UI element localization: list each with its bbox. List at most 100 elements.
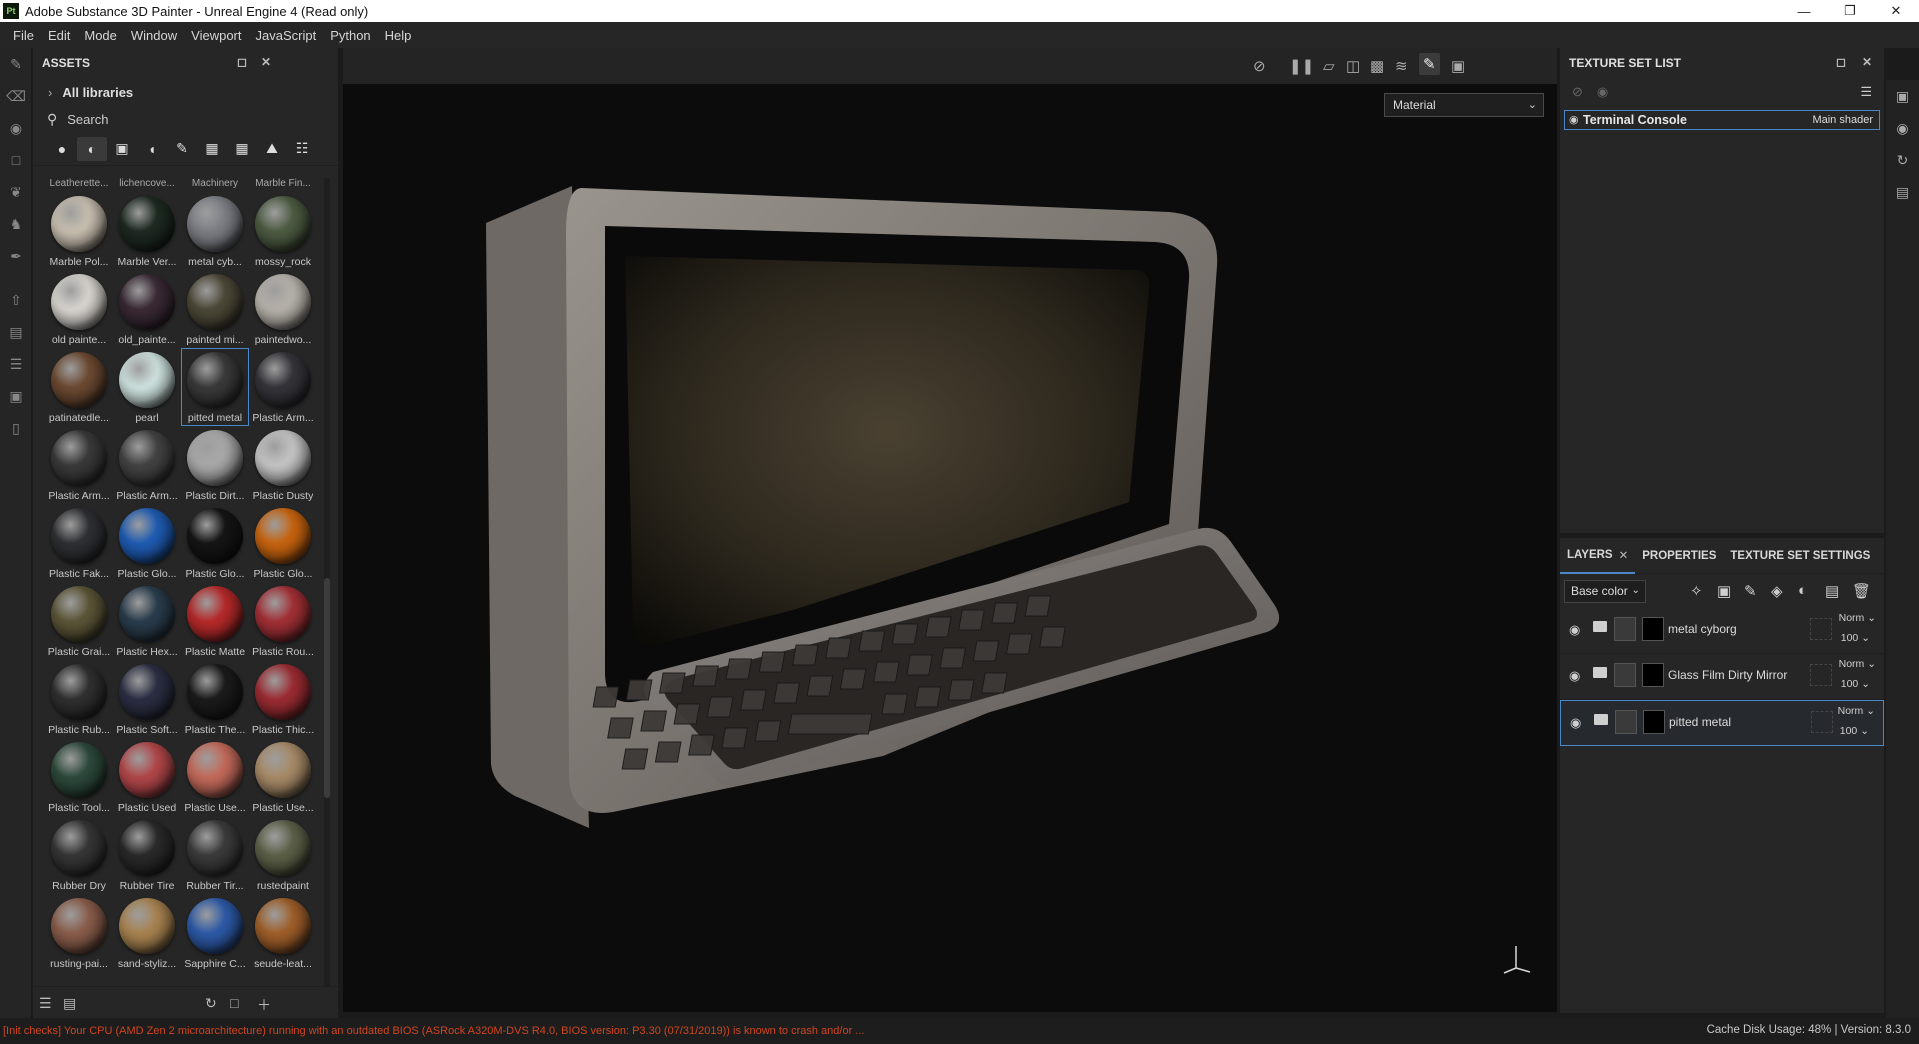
- color-picker-icon[interactable]: ✒: [0, 240, 32, 272]
- camera-icon[interactable]: ▩: [1370, 57, 1384, 75]
- asset-thumbnail[interactable]: Plastic The...: [181, 660, 249, 738]
- layer-stack-icon[interactable]: ☰: [0, 348, 32, 380]
- opacity-field[interactable]: 100 ⌄: [1841, 678, 1870, 690]
- asset-thumbnail[interactable]: paintedwo...: [249, 270, 317, 348]
- minimize-icon[interactable]: —: [1781, 0, 1827, 22]
- menu-viewport[interactable]: Viewport: [191, 28, 241, 43]
- asset-thumbnail[interactable]: Plastic Soft...: [113, 660, 181, 738]
- display-icon[interactable]: ▣: [1886, 80, 1919, 112]
- viewport-mode-select[interactable]: Material ⌄: [1384, 93, 1544, 117]
- menu-icon[interactable]: ☰: [1860, 84, 1872, 100]
- blend-mode-select[interactable]: Norm ⌄: [1839, 612, 1876, 624]
- tab-texture-set-settings[interactable]: TEXTURE SET SETTINGS: [1723, 538, 1877, 574]
- layer-mask-slot[interactable]: [1810, 664, 1832, 686]
- visibility-eye-icon[interactable]: ◉: [1569, 668, 1580, 684]
- asset-thumbnail[interactable]: Plastic Arm...: [249, 348, 317, 426]
- opacity-field[interactable]: 100 ⌄: [1841, 632, 1870, 644]
- menu-mode[interactable]: Mode: [84, 28, 117, 43]
- display-settings-icon[interactable]: ▯: [0, 412, 32, 444]
- visibility-eye-icon[interactable]: ◉: [1570, 715, 1581, 731]
- add-smart-material-icon[interactable]: ◐: [1798, 582, 1807, 599]
- asset-thumbnail[interactable]: Plastic Arm...: [45, 426, 113, 504]
- menu-file[interactable]: File: [13, 28, 34, 43]
- paint-brush-icon[interactable]: ✎: [0, 48, 32, 80]
- add-folder-icon[interactable]: ▤: [1825, 582, 1839, 600]
- tab-properties[interactable]: PROPERTIES: [1635, 538, 1723, 574]
- close-tab-icon[interactable]: ✕: [1619, 548, 1629, 562]
- close-panel-icon[interactable]: ✕: [1862, 55, 1872, 69]
- asset-thumbnail[interactable]: Plastic Dirt...: [181, 426, 249, 504]
- filter-generators-icon[interactable]: ◖: [137, 137, 167, 161]
- asset-thumbnail[interactable]: rustedpaint: [249, 816, 317, 894]
- menu-help[interactable]: Help: [385, 28, 412, 43]
- smudge-icon[interactable]: ❦: [0, 176, 32, 208]
- asset-thumbnail[interactable]: Plastic Matte: [181, 582, 249, 660]
- visibility-eye-icon[interactable]: ◉: [1569, 622, 1580, 638]
- asset-thumbnail[interactable]: Marble Pol...: [45, 192, 113, 270]
- pause-icon[interactable]: ❚❚: [1289, 57, 1314, 75]
- asset-thumbnail[interactable]: old_painte...: [113, 270, 181, 348]
- asset-thumbnail[interactable]: Marble Ver...: [113, 192, 181, 270]
- asset-thumbnail[interactable]: Plastic Grai...: [45, 582, 113, 660]
- add-mask-icon[interactable]: ▣: [1717, 582, 1731, 600]
- asset-thumbnail[interactable]: seude-leat...: [249, 894, 317, 972]
- asset-thumbnail[interactable]: Rubber Dry: [45, 816, 113, 894]
- asset-thumbnail[interactable]: Plastic Arm...: [113, 426, 181, 504]
- close-panel-icon[interactable]: ✕: [261, 55, 271, 69]
- visibility-eye-icon[interactable]: ◉: [1569, 113, 1579, 126]
- scroll-thumb[interactable]: [324, 578, 330, 798]
- list-view-icon[interactable]: ☰: [39, 995, 52, 1012]
- polygon-fill-icon[interactable]: □: [0, 144, 32, 176]
- asset-thumbnail[interactable]: Plastic Hex...: [113, 582, 181, 660]
- library-icon[interactable]: ▤: [0, 316, 32, 348]
- asset-scrollbar[interactable]: [324, 178, 330, 986]
- delete-layer-icon[interactable]: 🗑: [1852, 582, 1871, 600]
- grid-view-icon[interactable]: ☷: [287, 137, 317, 161]
- projection-icon[interactable]: ◉: [0, 112, 32, 144]
- add-paint-layer-icon[interactable]: ✎: [1744, 582, 1757, 600]
- blend-mode-select[interactable]: Norm ⌄: [1838, 705, 1875, 717]
- refresh-icon[interactable]: ↻: [205, 995, 217, 1012]
- asset-thumbnail[interactable]: Plastic Glo...: [249, 504, 317, 582]
- search-bar[interactable]: ⚲ Search: [33, 106, 338, 132]
- asset-thumbnail[interactable]: patinatedle...: [45, 348, 113, 426]
- layer-row[interactable]: ◉ metal cyborg Norm ⌄ 100 ⌄: [1560, 608, 1884, 654]
- asset-thumbnail[interactable]: Plastic Glo...: [113, 504, 181, 582]
- sort-icon[interactable]: ▤: [63, 995, 76, 1012]
- search-input[interactable]: Search: [67, 112, 108, 127]
- filter-particles-icon[interactable]: ▦: [197, 137, 227, 161]
- hide-ui-icon[interactable]: ⊘: [1253, 57, 1266, 75]
- asset-thumbnail[interactable]: painted mi...: [181, 270, 249, 348]
- filter-smart-masks-icon[interactable]: ▣: [107, 137, 137, 161]
- export-icon[interactable]: ⇧: [0, 284, 32, 316]
- asset-thumbnail[interactable]: Plastic Dusty: [249, 426, 317, 504]
- filter-brushes-icon[interactable]: ✎: [167, 137, 197, 161]
- asset-thumbnail[interactable]: pitted metal: [181, 348, 249, 426]
- layer-mask-slot[interactable]: [1811, 711, 1833, 733]
- asset-thumbnail[interactable]: pearl: [113, 348, 181, 426]
- layer-mask-slot[interactable]: [1810, 618, 1832, 640]
- asset-thumbnail[interactable]: Plastic Fak...: [45, 504, 113, 582]
- asset-thumbnail[interactable]: Plastic Rou...: [249, 582, 317, 660]
- shader-settings-icon[interactable]: ◉: [1886, 112, 1919, 144]
- filter-environments-icon[interactable]: ⛰: [257, 137, 287, 161]
- view-3d-icon[interactable]: ◫: [1346, 57, 1360, 75]
- import-folder-icon[interactable]: □: [230, 995, 238, 1011]
- symmetry-icon[interactable]: ≋: [1395, 57, 1408, 75]
- asset-thumbnail[interactable]: sand-styliz...: [113, 894, 181, 972]
- asset-thumbnail[interactable]: Plastic Glo...: [181, 504, 249, 582]
- asset-thumbnail[interactable]: Plastic Used: [113, 738, 181, 816]
- asset-thumbnail[interactable]: mossy_rock: [249, 192, 317, 270]
- menu-javascript[interactable]: JavaScript: [255, 28, 316, 43]
- screenshot-icon[interactable]: ▣: [1451, 57, 1465, 75]
- asset-thumbnail[interactable]: Plastic Thic...: [249, 660, 317, 738]
- filter-materials-icon[interactable]: ●: [47, 137, 77, 161]
- restore-icon[interactable]: ❐: [1827, 0, 1873, 22]
- blend-mode-select[interactable]: Norm ⌄: [1839, 658, 1876, 670]
- show-all-icon[interactable]: ◉: [1597, 84, 1608, 100]
- menu-window[interactable]: Window: [131, 28, 177, 43]
- hide-all-icon[interactable]: ⊘: [1572, 84, 1583, 100]
- asset-thumbnail[interactable]: old painte...: [45, 270, 113, 348]
- clone-stamp-icon[interactable]: ♞: [0, 208, 32, 240]
- opacity-field[interactable]: 100 ⌄: [1840, 725, 1869, 737]
